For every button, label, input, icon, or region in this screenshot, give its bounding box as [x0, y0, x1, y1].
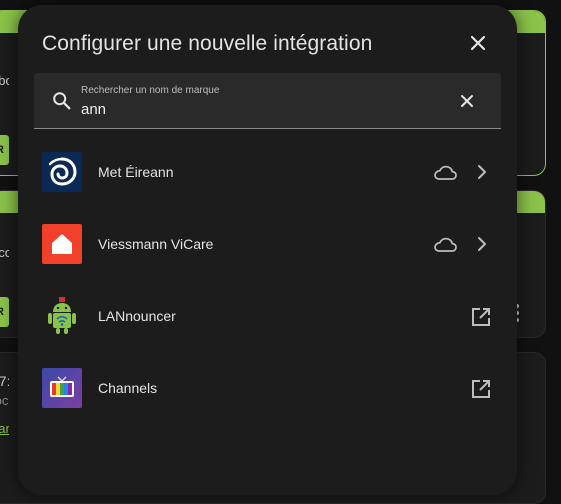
background-card-button[interactable]: R — [0, 135, 9, 165]
integration-item-met-eireann[interactable]: Met Éireann — [18, 137, 517, 209]
clear-search-button[interactable] — [456, 90, 478, 112]
background-card-subtext: toc — [0, 393, 9, 408]
integration-list: Met Éireann Viessmann ViCare LANnouncer … — [18, 137, 517, 425]
background-card-text: aco — [0, 245, 9, 260]
viessmann-logo — [42, 224, 82, 264]
lannouncer-android-logo — [42, 296, 82, 336]
cloud-icon — [434, 237, 457, 252]
integration-item-lannouncer[interactable]: LANnouncer — [18, 281, 517, 353]
open-in-new-icon — [472, 380, 490, 398]
add-integration-dialog: Configurer une nouvelle intégration Rech… — [18, 5, 517, 495]
integration-name: LANnouncer — [98, 308, 176, 324]
background-card-text: ebo — [0, 73, 9, 88]
chevron-right-icon — [478, 165, 486, 179]
integration-name: Channels — [98, 380, 158, 396]
met-eireann-logo — [42, 152, 82, 192]
background-card-link[interactable]: par — [0, 421, 9, 436]
dialog-title: Configurer une nouvelle intégration — [42, 32, 373, 55]
chevron-right-icon — [478, 237, 486, 251]
integration-name: Viessmann ViCare — [98, 236, 214, 252]
search-label: Rechercher un nom de marque — [81, 85, 220, 96]
search-field: Rechercher un nom de marque — [34, 73, 501, 129]
cloud-icon — [434, 165, 457, 180]
search-input[interactable] — [81, 99, 441, 119]
integration-item-channels[interactable]: Channels — [18, 353, 517, 425]
integration-name: Met Éireann — [98, 164, 174, 180]
close-button[interactable] — [465, 30, 491, 56]
channels-tv-logo — [42, 368, 82, 408]
close-icon — [470, 35, 486, 51]
background-card-button[interactable]: R — [0, 297, 9, 327]
integration-item-viessmann-vicare[interactable]: Viessmann ViCare — [18, 209, 517, 281]
close-icon — [461, 95, 473, 107]
open-in-new-icon — [472, 308, 490, 326]
background-card-text: 27: — [0, 373, 9, 389]
search-icon — [53, 92, 71, 110]
